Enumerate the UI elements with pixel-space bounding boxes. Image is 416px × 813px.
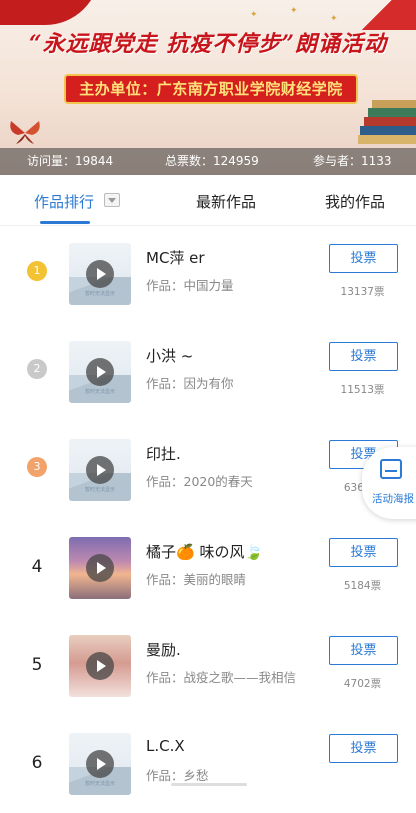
entry-author: 印扗. [146,445,181,463]
play-icon[interactable] [86,750,114,778]
thumbnail-caption: 暂时无法显示 [84,291,115,297]
entry-thumbnail[interactable] [69,635,131,697]
vote-button[interactable]: 投票 [329,538,398,567]
banner-organizer: 主办单位：广东南方职业学院财经学院 [64,74,358,104]
tab-mine[interactable]: 我的作品 [325,191,385,212]
vote-button[interactable]: 投票 [329,244,398,273]
participant-count: 参与者：1133 [313,154,392,168]
play-icon[interactable] [86,456,114,484]
play-icon[interactable] [86,358,114,386]
visit-count: 访问量：19844 [27,154,114,168]
list-item[interactable]: 5 曼励. 作品：战疫之歌——我相信 投票 4702票 [0,617,416,715]
activity-banner: ✦ ✦ ✦ “永远跟党走 抗疫不停步”朗诵活动 主办单位：广东南方职业学院财经学… [0,0,416,175]
entry-work-title: 作品：中国力量 [146,278,234,293]
vote-button[interactable]: 投票 [329,636,398,665]
tab-latest[interactable]: 最新作品 [196,191,256,212]
entry-thumbnail[interactable]: 暂时无法显示 [69,341,131,403]
entry-work-title: 作品：美丽的眼睛 [146,572,247,587]
list-item[interactable]: 6 暂时无法显示 L.C.X 作品：乡愁 投票 [0,715,416,813]
rank-medal-icon: 2 [27,359,47,379]
rank-medal-icon: 1 [27,261,47,281]
vote-button[interactable]: 投票 [329,734,398,763]
rank-number: 6 [31,753,43,773]
entry-thumbnail[interactable]: 暂时无法显示 [69,733,131,795]
play-icon[interactable] [86,260,114,288]
list-item[interactable]: 2 暂时无法显示 小洪 ~ 作品：因为有你 投票 11513票 [0,323,416,421]
vote-count: 4702票 [343,678,382,690]
rank-number: 4 [31,557,43,577]
active-tab-indicator [40,221,90,224]
dove-icon: ✦ [290,6,298,16]
vote-button[interactable]: 投票 [329,342,398,371]
dove-icon: ✦ [250,10,258,20]
entry-work-title: 作品：因为有你 [146,376,234,391]
chevron-down-icon[interactable] [104,193,120,207]
list-item[interactable]: 3 暂时无法显示 印扗. 作品：2020的春天 投票 6360票 [0,421,416,519]
activity-poster-label: 活动海报 [372,493,414,505]
banner-red-ornament [0,0,100,25]
banner-slogan: “永远跟党走 抗疫不停步”朗诵活动 [29,31,387,57]
activity-poster-button[interactable]: 活动海报 [362,447,416,519]
thumbnail-caption: 暂时无法显示 [84,781,115,787]
rank-number: 5 [31,655,43,675]
dove-icon: ✦ [330,14,338,24]
home-indicator [171,783,247,786]
total-votes: 总票数：124959 [165,154,259,168]
play-icon[interactable] [86,652,114,680]
butterfly-icon [10,121,40,144]
tab-bar: 作品排行 最新作品 我的作品 [0,175,416,226]
entry-work-title: 作品：2020的春天 [146,474,253,489]
entry-author: MC萍 er [146,249,205,267]
vote-count: 11513票 [340,384,385,396]
tab-ranking[interactable]: 作品排行 [34,191,94,212]
entry-work-title: 作品：乡愁 [146,768,209,783]
list-item[interactable]: 4 橘子🍊 味の风🍃 作品：美丽的眼睛 投票 5184票 [0,519,416,617]
poster-icon [380,459,402,479]
entry-work-title: 作品：战疫之歌——我相信 [146,670,297,685]
entry-thumbnail[interactable] [69,537,131,599]
banner-stats-bar: 访问量：19844 总票数：124959 参与者：1133 [0,148,416,175]
entry-author: 曼励. [146,641,181,659]
entry-author: 小洪 ~ [146,347,194,365]
list-item[interactable]: 1 暂时无法显示 MC萍 er 作品：中国力量 投票 13137票 [0,225,416,323]
vote-count: 5184票 [343,580,382,592]
entry-thumbnail[interactable]: 暂时无法显示 [69,243,131,305]
entry-thumbnail[interactable]: 暂时无法显示 [69,439,131,501]
entry-author: L.C.X [146,737,185,755]
entry-author: 橘子🍊 味の风🍃 [146,543,264,561]
thumbnail-caption: 暂时无法显示 [84,389,115,395]
vote-count: 13137票 [340,286,385,298]
rank-medal-icon: 3 [27,457,47,477]
thumbnail-caption: 暂时无法显示 [84,487,115,493]
books-icon [358,100,416,144]
play-icon[interactable] [86,554,114,582]
